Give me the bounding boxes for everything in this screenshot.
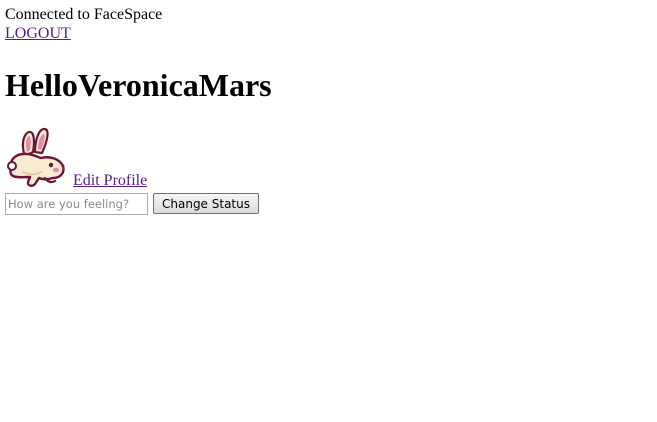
edit-profile-link[interactable]: Edit Profile bbox=[73, 171, 147, 190]
bunny-avatar-icon bbox=[7, 127, 65, 187]
page-title: HelloVeronicaMars bbox=[5, 67, 272, 103]
connection-status-text: Connected to FaceSpace bbox=[5, 6, 163, 23]
logout-link[interactable]: LOGOUT bbox=[5, 24, 71, 43]
status-input[interactable] bbox=[5, 193, 148, 215]
change-status-button[interactable]: Change Status bbox=[153, 193, 259, 214]
page-container: Connected to FaceSpace LOGOUT HelloVeron… bbox=[5, 5, 645, 215]
profile-row: Edit Profile bbox=[5, 126, 645, 190]
status-form: Change Status bbox=[5, 193, 645, 215]
